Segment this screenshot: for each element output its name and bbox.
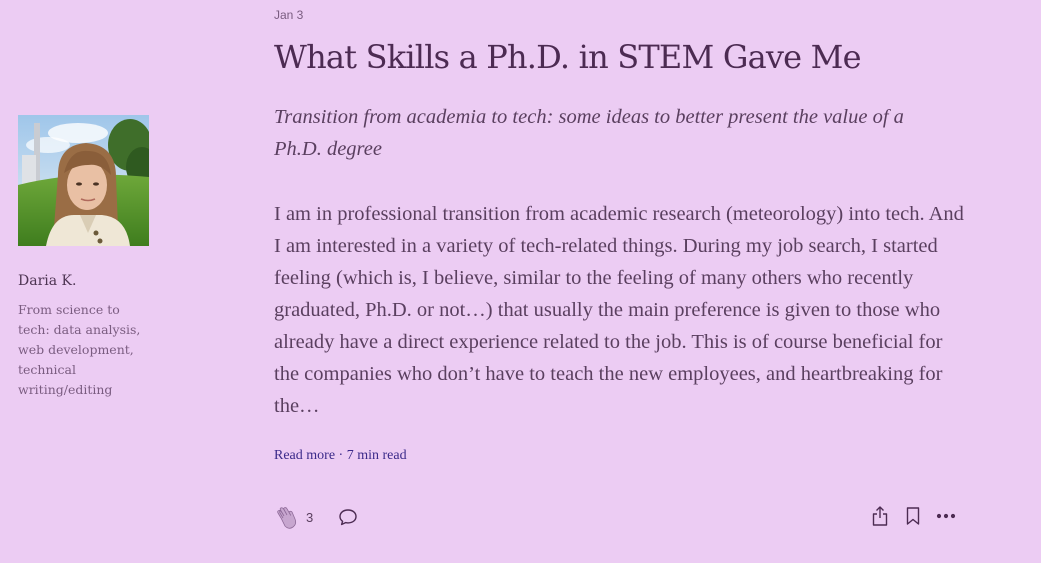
author-column: Daria K. From science to tech: data anal… xyxy=(18,115,158,400)
author-name[interactable]: Daria K. xyxy=(18,272,158,290)
author-bio: From science to tech: data analysis, web… xyxy=(18,302,141,397)
more-options-button[interactable] xyxy=(936,504,956,528)
bookmark-button[interactable] xyxy=(903,504,923,528)
post-subtitle[interactable]: Transition from academia to tech: some i… xyxy=(274,101,954,165)
post-title[interactable]: What Skills a Ph.D. in STEM Gave Me xyxy=(274,38,862,76)
post-date: Jan 3 xyxy=(274,8,304,22)
clap-icon xyxy=(277,507,297,529)
share-button[interactable] xyxy=(870,504,890,528)
more-dots-icon xyxy=(936,513,956,519)
bookmark-icon xyxy=(906,507,920,525)
read-more-link[interactable]: Read more · 7 min read xyxy=(274,448,407,464)
clap-count: 3 xyxy=(306,509,314,525)
share-icon xyxy=(872,506,888,526)
responses-button[interactable] xyxy=(337,506,359,528)
clap-button[interactable]: 3 xyxy=(274,504,313,530)
post-excerpt[interactable]: I am in professional transition from aca… xyxy=(274,198,964,422)
speech-bubble-icon xyxy=(339,509,357,526)
post-card: Daria K. From science to tech: data anal… xyxy=(0,0,1041,563)
engagement-bar: 3 xyxy=(274,504,359,530)
author-avatar[interactable] xyxy=(18,115,149,246)
post-actions xyxy=(870,504,956,528)
